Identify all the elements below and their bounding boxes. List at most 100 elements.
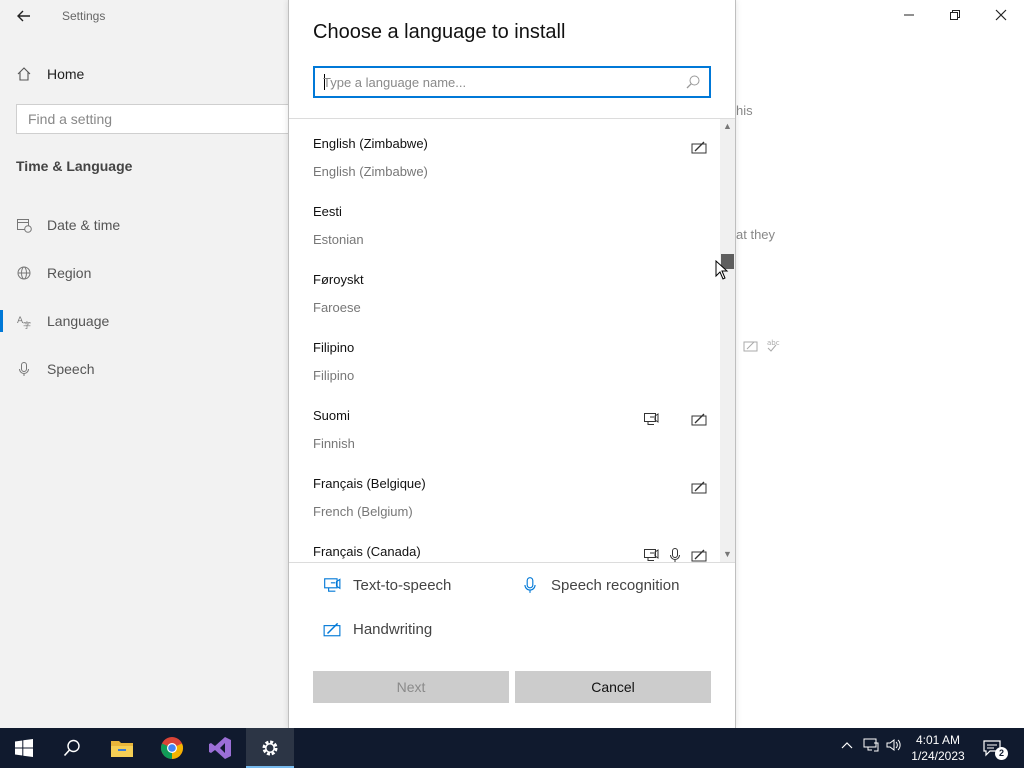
notification-count-badge: 2: [995, 747, 1008, 760]
globe-icon: [17, 266, 31, 280]
handwriting-icon: [691, 413, 707, 426]
calendar-clock-icon: [17, 219, 32, 233]
background-feature-icons: abc: [743, 339, 780, 352]
list-bottom-divider: [289, 562, 735, 563]
speech-recognition-icon: [524, 577, 536, 593]
legend-label: Handwriting: [353, 620, 433, 638]
handwriting-icon: [323, 622, 341, 637]
action-center-button[interactable]: 2: [980, 736, 1008, 760]
nav-item-label: Date & time: [47, 217, 121, 233]
handwriting-icon: [691, 481, 707, 494]
language-list: English (Zimbabwe) English (Zimbabwe) Ee…: [289, 119, 719, 562]
text-to-speech-icon: [324, 578, 341, 592]
home-icon: [17, 67, 31, 81]
visual-studio-button[interactable]: [196, 728, 244, 768]
chrome-icon: [161, 737, 183, 759]
next-button[interactable]: Next: [313, 671, 509, 703]
back-button[interactable]: [10, 4, 38, 28]
nav-home[interactable]: Home: [16, 62, 276, 86]
network-button[interactable]: [861, 738, 881, 758]
language-native-name: Filipino: [313, 340, 355, 355]
text-to-speech-icon: [644, 413, 659, 425]
cancel-button[interactable]: Cancel: [515, 671, 711, 703]
legend-speech-recognition: Speech recognition: [521, 576, 679, 594]
legend-label: Text-to-speech: [353, 576, 452, 594]
language-item[interactable]: Français (Belgique) French (Belgium): [313, 459, 713, 527]
handwriting-icon: [691, 141, 707, 154]
language-item[interactable]: English (Zimbabwe) English (Zimbabwe): [313, 119, 713, 187]
nav-item-speech[interactable]: Speech: [16, 357, 276, 381]
volume-button[interactable]: [884, 738, 904, 758]
nav-item-region[interactable]: Region: [16, 261, 276, 285]
start-button[interactable]: [0, 728, 48, 768]
mouse-cursor-icon: [715, 260, 729, 280]
clock-time: 4:01 AM: [915, 733, 961, 747]
restore-button[interactable]: [932, 0, 978, 32]
back-arrow-icon: [17, 10, 30, 22]
settings-gear-icon: [262, 740, 278, 756]
nav-item-language[interactable]: A字 Language: [16, 309, 276, 333]
background-text-fragment: his: [736, 103, 753, 118]
search-icon: [63, 739, 80, 757]
language-english-name: Finnish: [313, 436, 355, 451]
minimize-button[interactable]: [886, 0, 932, 32]
language-list-scrollbar[interactable]: ▲ ▼: [720, 119, 735, 562]
language-english-name: Estonian: [313, 232, 364, 247]
nav-home-label: Home: [47, 66, 85, 82]
language-native-name: Føroyskt: [313, 272, 364, 287]
language-search-input[interactable]: [323, 73, 673, 91]
nav-item-date-time[interactable]: Date & time: [16, 213, 276, 237]
scroll-up-arrow-icon[interactable]: ▲: [720, 119, 735, 134]
file-explorer-icon: [111, 741, 133, 757]
file-explorer-button[interactable]: [98, 728, 146, 768]
dialog-title: Choose a language to install: [313, 21, 566, 43]
chrome-button[interactable]: [148, 728, 196, 768]
legend-text-to-speech: Text-to-speech: [323, 576, 451, 594]
nav-item-label: Speech: [47, 361, 95, 377]
minimize-icon: [904, 14, 914, 16]
text-to-speech-icon: [644, 549, 659, 561]
language-english-name: English (Zimbabwe): [313, 164, 428, 179]
chevron-up-icon: [841, 742, 853, 749]
language-icon: A字: [17, 316, 31, 329]
taskbar-clock[interactable]: 4:01 AM 1/24/2023: [904, 732, 972, 764]
choose-language-dialog: Choose a language to install English (Zi…: [288, 0, 736, 728]
language-item[interactable]: Eesti Estonian: [313, 187, 713, 255]
speech-recognition-icon: [670, 548, 680, 562]
clock-date: 1/24/2023: [911, 749, 965, 763]
network-icon: [863, 738, 879, 752]
nav-selection-indicator: [0, 310, 3, 332]
start-icon: [15, 739, 33, 757]
legend-label: Speech recognition: [551, 576, 680, 594]
visual-studio-icon: [209, 737, 231, 759]
scroll-down-arrow-icon[interactable]: ▼: [720, 547, 735, 562]
language-native-name: Français (Canada): [313, 544, 421, 559]
nav-item-label: Language: [47, 313, 110, 329]
language-item[interactable]: Suomi Finnish: [313, 391, 713, 459]
background-text-fragment: at they: [736, 227, 776, 242]
close-button[interactable]: [978, 0, 1024, 32]
language-item[interactable]: Føroyskt Faroese: [313, 255, 713, 323]
svg-text:字: 字: [23, 320, 31, 329]
search-icon[interactable]: [685, 74, 701, 90]
language-item[interactable]: Filipino Filipino: [313, 323, 713, 391]
taskbar: 4:01 AM 1/24/2023 2: [0, 728, 1024, 768]
settings-taskbar-button[interactable]: [246, 728, 294, 768]
volume-icon: [886, 739, 901, 751]
language-native-name: Suomi: [313, 408, 350, 423]
legend-handwriting: Handwriting: [323, 620, 432, 638]
language-native-name: English (Zimbabwe): [313, 136, 428, 151]
language-english-name: French (Belgium): [313, 504, 413, 519]
language-item[interactable]: Français (Canada): [313, 527, 713, 562]
restore-icon: [950, 10, 960, 20]
language-english-name: Filipino: [313, 368, 355, 383]
app-title: Settings: [62, 9, 106, 23]
show-hidden-icons-button[interactable]: [837, 738, 857, 758]
handwriting-icon: [691, 549, 707, 562]
find-setting-input[interactable]: Find a setting: [16, 104, 306, 134]
close-icon: [995, 9, 1007, 21]
language-native-name: Eesti: [313, 204, 342, 219]
taskbar-search-button[interactable]: [48, 728, 96, 768]
microphone-icon: [19, 362, 29, 376]
language-search-box[interactable]: [313, 66, 711, 98]
